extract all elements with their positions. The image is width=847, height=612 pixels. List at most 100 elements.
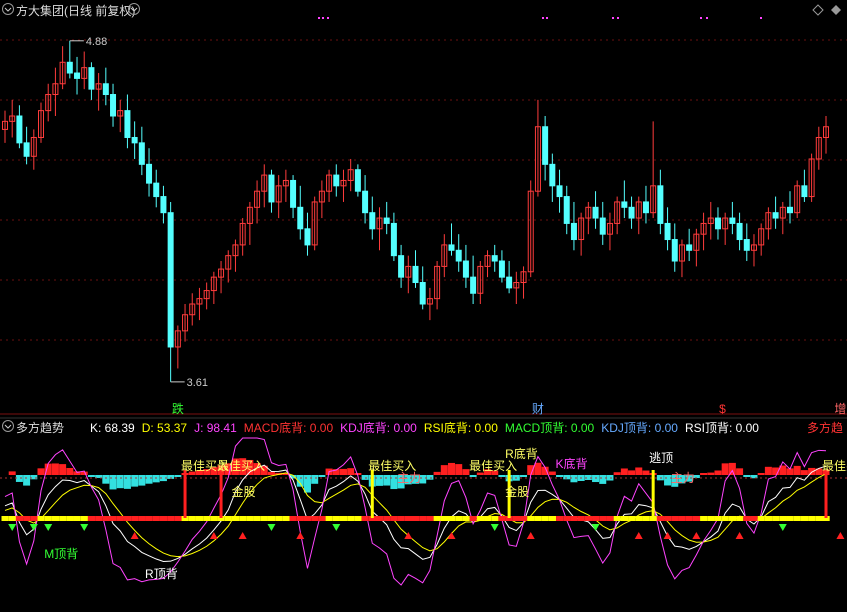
state-strip	[642, 516, 650, 521]
candle-body	[462, 260, 469, 278]
signal-stick	[370, 470, 374, 518]
trend-bar	[318, 475, 326, 477]
indicator-label: 主力	[671, 471, 695, 485]
trend-bar	[743, 475, 751, 477]
candle-body	[153, 182, 160, 198]
state-strip	[462, 516, 470, 521]
state-strip	[30, 516, 38, 521]
top-dot	[546, 17, 548, 19]
dropdown-icon[interactable]	[128, 3, 140, 15]
candle-body	[642, 201, 649, 214]
diamond-icon-2[interactable]	[830, 4, 842, 16]
trend-bar	[23, 475, 31, 486]
candle-body	[102, 83, 109, 96]
state-strip	[174, 516, 182, 521]
trend-bar	[37, 468, 45, 475]
state-strip	[231, 516, 240, 521]
kline-chart[interactable]: 4.883.61跌财 $ 增M顶背R顶背最佳买入最佳买入金股最佳买入主力最佳买入R底…	[0, 0, 847, 612]
trend-bar	[800, 470, 808, 475]
state-strip	[786, 516, 794, 521]
candle-body	[146, 163, 153, 184]
signal-arrow	[634, 532, 643, 539]
state-strip	[253, 516, 261, 521]
candle-body	[383, 217, 390, 224]
candle-body	[491, 255, 498, 262]
candle-body	[786, 206, 793, 214]
candle-body	[664, 222, 671, 241]
dropdown-icon-sub[interactable]	[2, 420, 14, 432]
trend-bar	[145, 475, 153, 484]
candle-body	[556, 185, 563, 198]
candle-body	[304, 228, 311, 246]
candle-body	[167, 212, 174, 348]
state-strip	[728, 516, 737, 521]
candle-body	[412, 265, 419, 284]
candle-body	[455, 249, 462, 262]
price-marker: 跌	[172, 401, 184, 416]
candle-body	[470, 276, 477, 294]
trend-bar	[455, 464, 463, 475]
indicator-label: M顶背	[44, 547, 78, 561]
state-strip	[448, 516, 456, 521]
candle-body	[268, 174, 275, 203]
state-strip	[476, 516, 485, 521]
trend-bar	[498, 475, 506, 477]
candle-body	[16, 115, 23, 144]
signal-arrow	[238, 532, 247, 539]
signal-arrow	[296, 532, 305, 539]
candle-body	[736, 222, 743, 241]
state-strip	[764, 516, 773, 521]
signal-stick	[651, 470, 655, 518]
trend-bar	[563, 475, 571, 480]
candle-body	[390, 222, 397, 257]
dropdown-icon[interactable]	[2, 3, 14, 15]
state-strip	[332, 516, 340, 521]
candle-body	[354, 169, 361, 192]
candle-body	[563, 196, 570, 224]
state-strip	[195, 516, 204, 521]
candle-body	[621, 201, 628, 208]
state-strip	[440, 516, 449, 521]
top-dot	[542, 17, 544, 19]
trend-bar	[469, 475, 477, 477]
trend-bar	[613, 472, 621, 475]
indicator-label: 逃顶	[649, 451, 673, 465]
indicator-label: 最佳买入	[217, 459, 265, 473]
signal-arrow	[692, 532, 701, 539]
trend-bar	[764, 466, 772, 475]
state-strip	[224, 516, 232, 521]
state-strip	[599, 516, 607, 521]
trend-bar	[548, 471, 556, 475]
trend-bar	[361, 475, 369, 480]
candle-body	[542, 126, 549, 165]
indicator-label: 最佳买入	[469, 459, 517, 473]
candle-body	[448, 244, 455, 251]
state-strip	[577, 516, 585, 521]
trend-bar	[714, 470, 722, 475]
state-strip	[700, 516, 708, 521]
trend-bar	[620, 468, 628, 475]
trend-bar	[642, 470, 650, 475]
state-strip	[390, 516, 398, 521]
state-strip	[95, 516, 103, 521]
candle-body	[506, 276, 513, 289]
state-strip	[757, 516, 765, 521]
signal-arrow	[778, 524, 787, 531]
candle-body	[743, 239, 750, 251]
state-strip	[772, 516, 780, 521]
state-strip	[303, 516, 312, 521]
trend-bar	[51, 463, 59, 475]
trend-bar	[534, 462, 542, 475]
trend-bar	[440, 465, 448, 475]
state-strip	[1, 516, 9, 521]
trend-bar	[635, 467, 643, 475]
state-strip	[455, 516, 463, 521]
state-strip	[347, 516, 355, 521]
top-dot	[322, 17, 324, 19]
candle-body	[657, 185, 664, 224]
state-strip	[793, 516, 801, 521]
state-strip	[635, 516, 643, 521]
trend-bar	[736, 468, 744, 475]
trend-bar	[728, 462, 736, 475]
diamond-icon[interactable]	[812, 4, 824, 16]
